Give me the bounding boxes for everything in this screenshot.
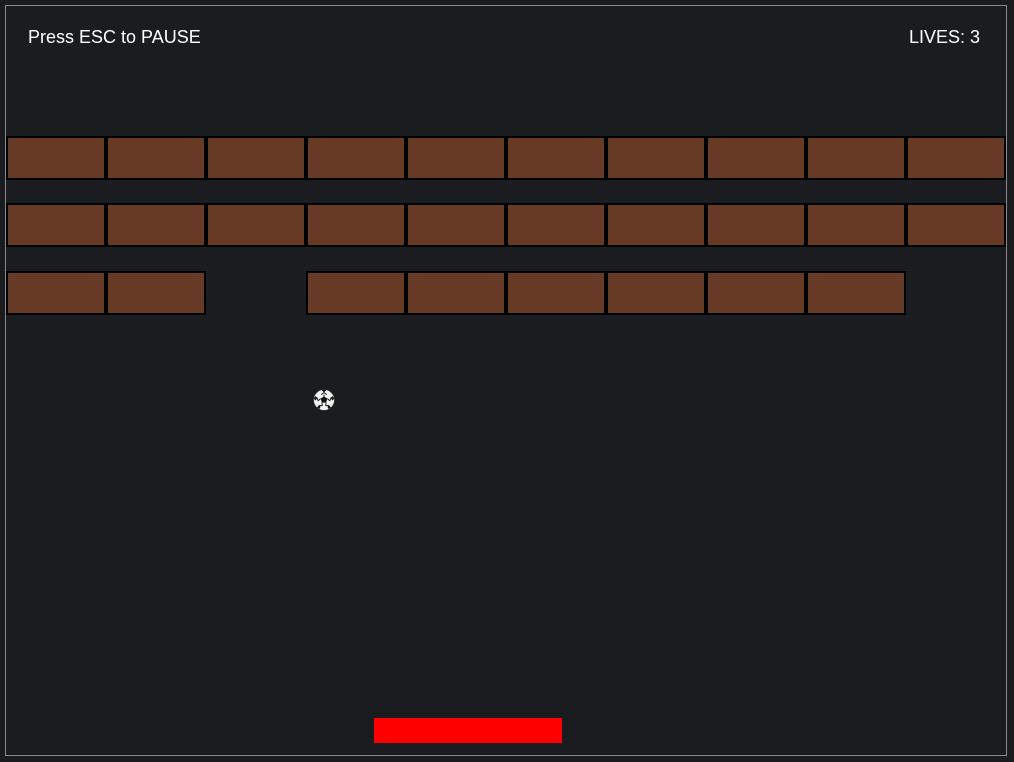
brick <box>806 203 906 247</box>
brick <box>406 136 506 180</box>
lives-counter: LIVES: 3 <box>909 26 980 48</box>
brick <box>306 271 406 315</box>
brick <box>206 136 306 180</box>
brick <box>6 136 106 180</box>
brick <box>506 271 606 315</box>
soccer-ball-icon <box>313 389 335 411</box>
brick <box>306 203 406 247</box>
brick <box>606 271 706 315</box>
brick <box>406 271 506 315</box>
brick <box>806 136 906 180</box>
paddle[interactable] <box>374 718 562 743</box>
pause-hint-text: Press ESC to PAUSE <box>28 27 201 47</box>
brick <box>906 203 1006 247</box>
brick <box>806 271 906 315</box>
brick <box>906 136 1006 180</box>
lives-value: 3 <box>969 27 980 47</box>
brick <box>706 203 806 247</box>
brick <box>106 136 206 180</box>
brick <box>306 136 406 180</box>
brick <box>506 203 606 247</box>
brick <box>206 203 306 247</box>
brick <box>706 136 806 180</box>
brick <box>106 271 206 315</box>
lives-label: LIVES: <box>908 27 965 47</box>
brick <box>706 271 806 315</box>
brick <box>606 136 706 180</box>
brick <box>406 203 506 247</box>
game-border <box>5 5 1007 756</box>
brick <box>506 136 606 180</box>
brick <box>6 203 106 247</box>
game-canvas[interactable]: Press ESC to PAUSE LIVES: 3 <box>0 0 1014 762</box>
brick <box>6 271 106 315</box>
ball <box>312 388 336 412</box>
brick <box>606 203 706 247</box>
brick <box>106 203 206 247</box>
